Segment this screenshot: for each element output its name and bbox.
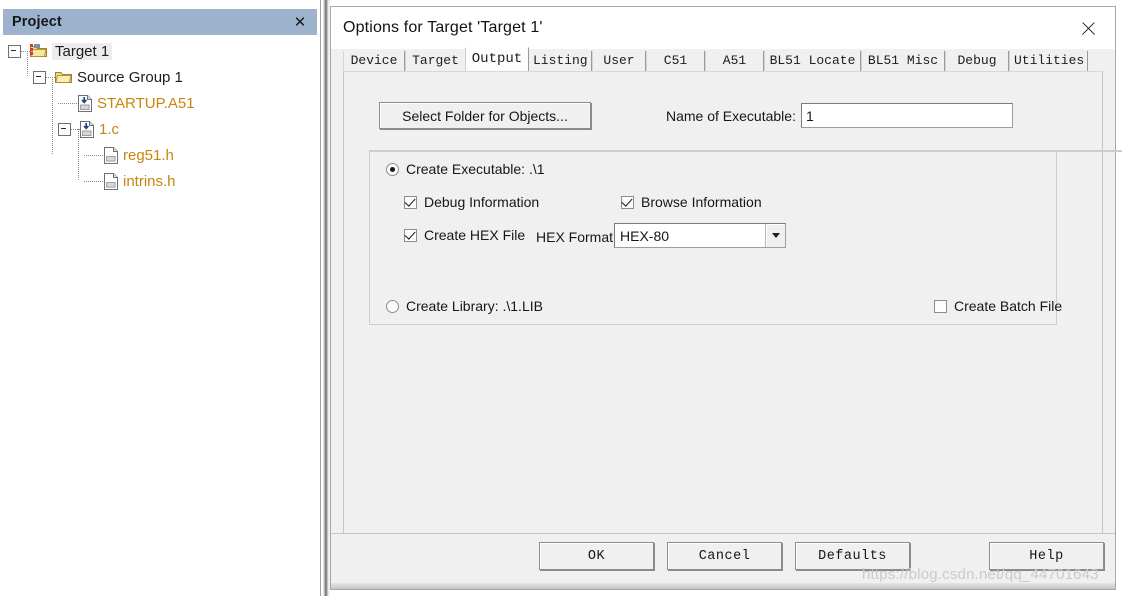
divider bbox=[331, 533, 1115, 534]
tree-item-target-1[interactable]: Target 1 bbox=[0, 38, 321, 64]
browse-information-label: Browse Information bbox=[641, 194, 762, 210]
hex-format-label: HEX Format: bbox=[536, 229, 617, 245]
select-folder-for-objects-button[interactable]: Select Folder for Objects... bbox=[379, 102, 591, 129]
header-file-icon bbox=[104, 172, 118, 190]
cancel-button[interactable]: Cancel bbox=[667, 542, 782, 570]
window-edge bbox=[321, 0, 330, 596]
output-tab-panel: Select Folder for Objects... Name of Exe… bbox=[343, 71, 1122, 534]
tab-bl51-misc[interactable]: BL51 Misc bbox=[861, 51, 945, 71]
tab-bl51-locate[interactable]: BL51 Locate bbox=[764, 51, 861, 71]
create-batch-file-option[interactable]: Create Batch File bbox=[934, 298, 1062, 314]
tree-item-intrins-h[interactable]: intrins.h bbox=[0, 168, 321, 194]
dialog-titlebar: Options for Target 'Target 1' bbox=[331, 7, 1115, 49]
name-of-executable-label: Name of Executable: bbox=[666, 108, 796, 124]
project-panel-header: Project ✕ bbox=[3, 9, 317, 35]
dialog-title: Options for Target 'Target 1' bbox=[343, 19, 543, 36]
source-file-icon bbox=[78, 94, 92, 112]
ok-button[interactable]: OK bbox=[539, 542, 654, 570]
dialog-bottom-edge bbox=[331, 583, 1115, 589]
tree-connector bbox=[46, 76, 55, 78]
create-executable-option[interactable]: Create Executable: .\1 bbox=[386, 161, 545, 177]
tab-debug[interactable]: Debug bbox=[945, 51, 1009, 71]
source-file-icon bbox=[80, 120, 94, 138]
app-screen: Project ✕ Target 1 Source Group 1 STARTU… bbox=[0, 0, 1122, 596]
help-button[interactable]: Help bbox=[989, 542, 1104, 570]
hex-format-select[interactable]: HEX-80 bbox=[614, 223, 786, 248]
project-tree[interactable]: Target 1 Source Group 1 STARTUP.A51 1.c … bbox=[0, 38, 321, 194]
tree-connector bbox=[84, 180, 104, 182]
tree-connector bbox=[84, 154, 104, 156]
tree-item-label: intrins.h bbox=[123, 172, 176, 190]
project-panel-title: Project bbox=[12, 14, 62, 30]
debug-information-label: Debug Information bbox=[424, 194, 540, 210]
debug-information-option[interactable]: Debug Information bbox=[404, 194, 539, 210]
tab-user[interactable]: User bbox=[592, 51, 646, 71]
tree-connector bbox=[21, 50, 30, 52]
dialog-button-bar: OK Cancel Defaults Help bbox=[331, 533, 1115, 589]
project-panel: Project ✕ Target 1 Source Group 1 STARTU… bbox=[0, 0, 321, 596]
tree-item-label: STARTUP.A51 bbox=[97, 94, 195, 112]
dialog-tabs[interactable]: Device Target Output Listing User C51 A5… bbox=[343, 47, 1103, 71]
header-file-icon bbox=[104, 146, 118, 164]
create-hex-file-checkbox[interactable] bbox=[404, 228, 417, 242]
tree-item-reg51-h[interactable]: reg51.h bbox=[0, 142, 321, 168]
tree-connector bbox=[71, 128, 80, 130]
tree-connector bbox=[58, 102, 78, 104]
tree-expander[interactable] bbox=[33, 70, 46, 84]
defaults-button[interactable]: Defaults bbox=[795, 542, 910, 570]
create-library-label: Create Library: .\1.LIB bbox=[406, 298, 543, 314]
name-of-executable-input[interactable]: 1 bbox=[801, 103, 1013, 128]
tree-item-label: Target 1 bbox=[52, 42, 113, 60]
tree-item-1-c[interactable]: 1.c bbox=[0, 116, 321, 142]
tree-item-label: reg51.h bbox=[123, 146, 174, 164]
options-dialog: Options for Target 'Target 1' Device Tar… bbox=[330, 6, 1122, 590]
create-batch-file-label: Create Batch File bbox=[954, 298, 1063, 314]
create-batch-file-checkbox[interactable] bbox=[934, 299, 947, 313]
tab-a51[interactable]: A51 bbox=[705, 51, 764, 71]
target-folder-icon bbox=[30, 44, 47, 58]
tab-device[interactable]: Device bbox=[343, 51, 405, 71]
tab-output[interactable]: Output bbox=[465, 47, 529, 71]
tree-item-startup-a51[interactable]: STARTUP.A51 bbox=[0, 90, 321, 116]
folder-icon bbox=[55, 70, 72, 84]
close-icon[interactable] bbox=[1077, 17, 1101, 41]
browse-information-checkbox[interactable] bbox=[621, 195, 634, 209]
tree-item-label: 1.c bbox=[99, 120, 120, 138]
close-icon[interactable]: ✕ bbox=[291, 13, 309, 31]
tab-listing[interactable]: Listing bbox=[528, 51, 592, 71]
debug-information-checkbox[interactable] bbox=[404, 195, 417, 209]
tree-expander[interactable] bbox=[58, 122, 71, 136]
browse-information-option[interactable]: Browse Information bbox=[621, 194, 762, 210]
create-executable-label: Create Executable: .\1 bbox=[406, 161, 545, 177]
hex-format-value: HEX-80 bbox=[620, 227, 670, 244]
tree-item-label: Source Group 1 bbox=[77, 68, 183, 86]
tree-expander[interactable] bbox=[8, 44, 21, 58]
tab-c51[interactable]: C51 bbox=[646, 51, 705, 71]
create-executable-radio[interactable] bbox=[386, 162, 399, 176]
tree-item-source-group-1[interactable]: Source Group 1 bbox=[0, 64, 321, 90]
create-library-radio[interactable] bbox=[386, 299, 399, 313]
create-hex-file-label: Create HEX File bbox=[424, 227, 526, 243]
chevron-down-icon[interactable] bbox=[765, 224, 785, 247]
tab-utilities[interactable]: Utilities bbox=[1009, 51, 1088, 71]
tab-target[interactable]: Target bbox=[405, 51, 466, 71]
create-hex-file-option[interactable]: Create HEX File bbox=[404, 227, 525, 243]
create-library-option[interactable]: Create Library: .\1.LIB bbox=[386, 298, 543, 314]
